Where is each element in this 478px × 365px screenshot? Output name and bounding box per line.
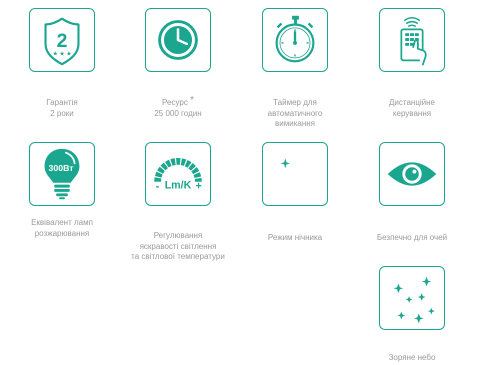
feature-tile-equivalent: 300Вт [29, 142, 95, 206]
feature-tile-timer [262, 8, 328, 72]
feature-caption-starry: Зоряне небо [388, 353, 436, 362]
eye-icon [387, 162, 437, 186]
feature-caption-remote: Дистанційне керування [388, 98, 436, 118]
feature-caption-warranty: Гарантія 2 роки [46, 98, 78, 118]
stopwatch-icon [275, 15, 315, 63]
svg-text:★ ★ ★: ★ ★ ★ [53, 50, 72, 57]
feature-caption-nightlight: Режим нічника [267, 233, 323, 242]
feature-tile-warranty: 2 ★ ★ ★ [29, 8, 95, 72]
warranty-badge: 2 [57, 30, 68, 52]
feature-tile-remote [379, 8, 445, 72]
feature-tile-nightlight [262, 142, 328, 206]
wattage-badge: 300Вт [49, 163, 75, 173]
feature-tile-dimming: Lm/K - + [145, 142, 211, 206]
feature-caption-equivalent: Еквівалент ламп розжарювання [31, 218, 93, 238]
feature-caption-lifetime: Ресурс * 25 000 годин [154, 95, 202, 118]
feature-caption-dimming: Регулювання яскравості світлення та світ… [131, 231, 225, 261]
minus-sign: - [156, 181, 160, 193]
remote-control-icon [400, 16, 427, 66]
clock-icon [158, 20, 198, 60]
moon-star-icon [280, 152, 306, 194]
light-bulb-icon: 300Вт [44, 148, 80, 200]
feature-caption-eyesafe: Безпечно для очей [376, 233, 448, 242]
lm-k-label: Lm/K [165, 180, 192, 192]
stars-icon [393, 276, 435, 324]
feature-tile-starry [379, 266, 445, 330]
feature-tile-eyesafe [379, 142, 445, 206]
feature-caption-timer: Таймер для автоматичного вимикання [267, 98, 323, 128]
feature-tile-lifetime [145, 8, 211, 72]
shield-number-icon: 2 ★ ★ ★ [44, 17, 80, 66]
brightness-dial-icon: Lm/K - + [154, 158, 202, 193]
plus-sign: + [195, 181, 201, 193]
